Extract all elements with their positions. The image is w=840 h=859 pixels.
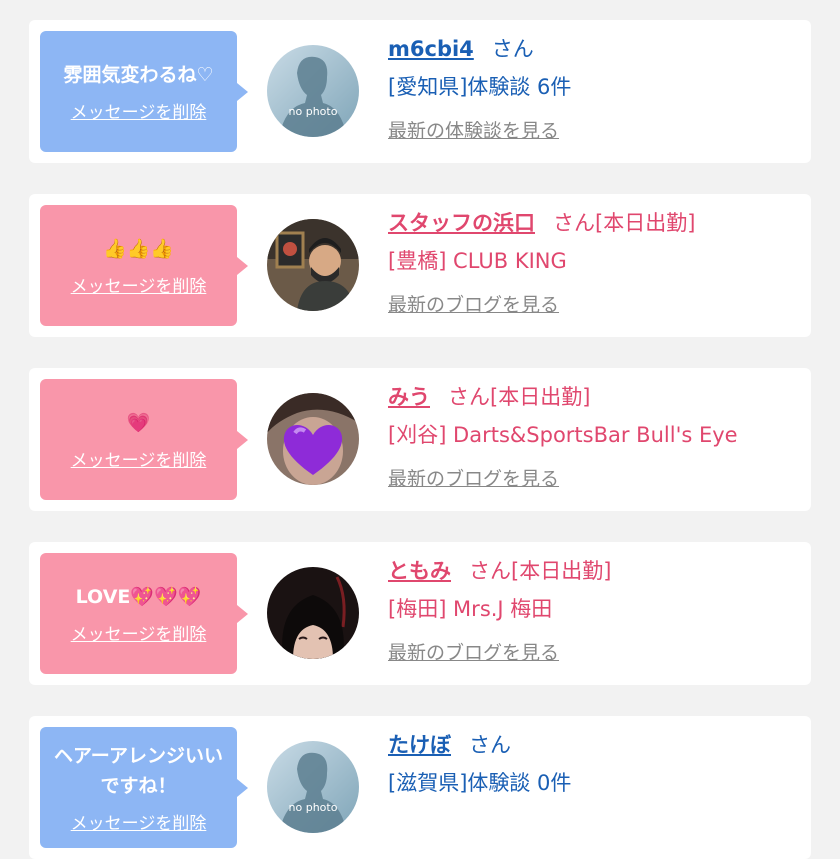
message-text: LOVE💖💖💖 (75, 586, 202, 608)
woman-photo-icon (267, 567, 359, 659)
avatar[interactable]: no photo (267, 741, 359, 833)
honorific: さん (491, 37, 534, 61)
latest-blog-link[interactable]: 最新のブログを見る (388, 464, 559, 491)
message-card: 雰囲気変わるね♡ メッセージを削除 no photo m6cbi4 さん [愛知県… (29, 20, 811, 163)
avatar[interactable] (267, 393, 359, 485)
user-detail: [滋賀県]体験談 0件 (388, 771, 572, 795)
no-photo-label: no photo (289, 105, 338, 118)
delete-message-link[interactable]: メッセージを削除 (71, 620, 207, 645)
message-bubble: 👍👍👍 メッセージを削除 (40, 205, 248, 326)
honorific: さん (469, 733, 511, 757)
shop-name: [刈谷] Darts&SportsBar Bull's Eye (388, 423, 738, 447)
latest-review-link[interactable]: 最新の体験談を見る (388, 116, 559, 143)
no-photo-avatar-icon: no photo (267, 45, 359, 137)
latest-blog-link[interactable]: 最新のブログを見る (388, 290, 559, 317)
delete-message-link[interactable]: メッセージを削除 (71, 272, 207, 297)
shop-name: [豊橋] CLUB KING (388, 249, 567, 273)
delete-message-link[interactable]: メッセージを削除 (71, 446, 207, 471)
message-card: LOVE💖💖💖 メッセージを削除 ともみ さん[本日出勤] [梅田] Mrs.J … (29, 542, 811, 685)
delete-message-link[interactable]: メッセージを削除 (71, 98, 207, 123)
user-info: たけぼ さん [滋賀県]体験談 0件 (388, 728, 801, 819)
honorific: さん (448, 385, 490, 409)
message-text: 💗 (126, 412, 151, 434)
latest-blog-link[interactable]: 最新のブログを見る (388, 638, 559, 665)
user-info: みう さん[本日出勤] [刈谷] Darts&SportsBar Bull's E… (388, 380, 801, 491)
user-name-link[interactable]: みう (388, 385, 430, 409)
user-info: ともみ さん[本日出勤] [梅田] Mrs.J 梅田 最新のブログを見る (388, 554, 801, 665)
message-bubble: ヘアーアレンジいいですね！ メッセージを削除 (40, 727, 248, 848)
message-bubble: LOVE💖💖💖 メッセージを削除 (40, 553, 248, 674)
message-card: ヘアーアレンジいいですね！ メッセージを削除 no photo たけぼ さん [滋… (29, 716, 811, 859)
message-bubble: 雰囲気変わるね♡ メッセージを削除 (40, 31, 248, 152)
user-name-link[interactable]: スタッフの浜口 (388, 211, 535, 235)
no-photo-avatar-icon: no photo (267, 741, 359, 833)
avatar[interactable]: no photo (267, 45, 359, 137)
user-info: m6cbi4 さん [愛知県]体験談 6件 最新の体験談を見る (388, 32, 801, 143)
user-detail: [愛知県]体験談 6件 (388, 75, 572, 99)
staff-photo-icon (267, 219, 359, 311)
user-name-link[interactable]: m6cbi4 (388, 37, 474, 61)
delete-message-link[interactable]: メッセージを削除 (71, 809, 207, 834)
duty-status: [本日出勤] (490, 385, 591, 409)
message-text: ヘアーアレンジいいですね！ (53, 745, 224, 797)
message-bubble: 💗 メッセージを削除 (40, 379, 248, 500)
user-name-link[interactable]: たけぼ (388, 733, 451, 757)
avatar[interactable] (267, 219, 359, 311)
message-card: 👍👍👍 メッセージを削除 スタッフの浜口 さん[本日出勤] [豊橋] CLUB K… (29, 194, 811, 337)
message-list: 雰囲気変わるね♡ メッセージを削除 no photo m6cbi4 さん [愛知県… (0, 0, 840, 859)
message-text: 👍👍👍 (103, 238, 174, 260)
honorific: さん (553, 211, 595, 235)
message-card: 💗 メッセージを削除 みう さん[本日出勤] [刈谷] Darts&SportsB… (29, 368, 811, 511)
message-text: 雰囲気変わるね♡ (63, 64, 214, 86)
duty-status: [本日出勤] (595, 211, 696, 235)
user-info: スタッフの浜口 さん[本日出勤] [豊橋] CLUB KING 最新のブログを見る (388, 206, 801, 317)
honorific: さん (469, 559, 511, 583)
user-name-link[interactable]: ともみ (388, 559, 451, 583)
shop-name: [梅田] Mrs.J 梅田 (388, 597, 553, 621)
heart-face-photo-icon (267, 393, 359, 485)
duty-status: [本日出勤] (511, 559, 612, 583)
no-photo-label: no photo (289, 801, 338, 814)
avatar[interactable] (267, 567, 359, 659)
